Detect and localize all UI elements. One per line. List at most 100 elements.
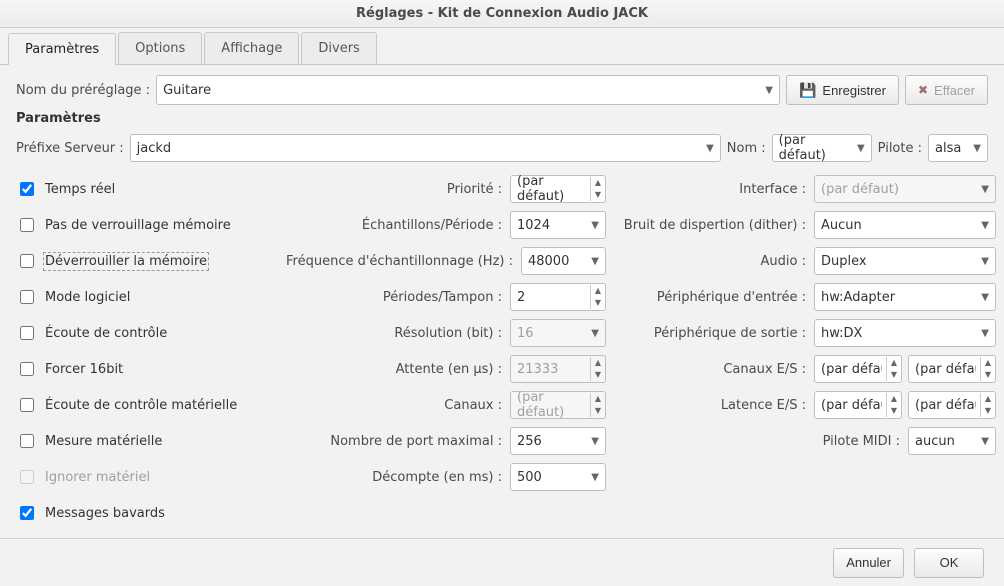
row-timeout: Décompte (en ms) : 500▼ [286,462,606,492]
server-name-combo[interactable]: (par défaut) ▼ [772,134,872,162]
frames-label: Échantillons/Période : [362,218,502,233]
chk-force16[interactable]: Forcer 16bit [16,354,276,384]
settings-window: Réglages - Kit de Connexion Audio JACK P… [0,0,1004,586]
clear-label: Effacer [934,83,975,98]
preset-combo[interactable]: Guitare ▼ [156,75,780,105]
chanes-pair: (par défaut)▲▼ (par défaut)▲▼ [814,355,996,383]
preset-row: Nom du préréglage : Guitare ▼ 💾 Enregist… [16,75,988,105]
row-wordlen: Résolution (bit) : 16▼ [286,318,606,348]
server-prefix-label: Préfixe Serveur : [16,141,124,156]
driver-value: alsa [935,141,961,156]
tab-affichage[interactable]: Affichage [204,32,299,64]
up-icon[interactable]: ▲ [887,393,901,405]
row-samplerate: Fréquence d'échantillonnage (Hz) : 48000… [286,246,606,276]
chk-realtime[interactable]: Temps réel [16,174,276,204]
indev-combo[interactable]: hw:Adapter▼ [814,283,996,311]
chevron-down-icon: ▼ [591,220,599,231]
dither-label: Bruit de dispertion (dither) : [624,218,806,233]
chevron-down-icon: ▼ [857,143,865,154]
chan-label: Canaux : [444,398,502,413]
chevron-down-icon: ▼ [981,256,989,267]
wordlen-combo: 16▼ [510,319,606,347]
driver-label: Pilote : [878,141,922,156]
up-icon[interactable]: ▲ [591,285,605,297]
audio-label: Audio : [761,254,806,269]
mididrv-combo[interactable]: aucun▼ [908,427,996,455]
chevron-down-icon: ▼ [591,256,599,267]
chk-monitor[interactable]: Écoute de contrôle [16,318,276,348]
latency-in-spin[interactable]: (par défaut)▲▼ [814,391,902,419]
chevron-down-icon: ▼ [591,472,599,483]
chevron-down-icon: ▼ [981,292,989,303]
row-frames: Échantillons/Période : 1024▼ [286,210,606,240]
row-priority: Priorité : (par défaut)▲▼ [286,174,606,204]
down-icon: ▼ [591,369,605,381]
save-label: Enregistrer [822,83,886,98]
priority-spin[interactable]: (par défaut)▲▼ [510,175,606,203]
timeout-combo[interactable]: 500▼ [510,463,606,491]
chanes-out-spin[interactable]: (par défaut)▲▼ [908,355,996,383]
row-chanes: Canaux E/S : (par défaut)▲▼ (par défaut)… [616,354,996,384]
server-row: Préfixe Serveur : jackd ▼ Nom : (par déf… [16,134,988,162]
audio-combo[interactable]: Duplex▼ [814,247,996,275]
clear-icon: ✖ [918,83,928,97]
row-audio: Audio : Duplex▼ [616,246,996,276]
down-icon[interactable]: ▼ [981,405,995,417]
down-icon[interactable]: ▼ [887,369,901,381]
tab-parametres[interactable]: Paramètres [8,33,116,65]
ok-button[interactable]: OK [914,548,984,578]
up-icon: ▲ [591,393,605,405]
driver-combo[interactable]: alsa ▼ [928,134,988,162]
wait-spin: 21333▲▼ [510,355,606,383]
middle-column: Priorité : (par défaut)▲▼ Échantillons/P… [286,174,606,528]
save-button[interactable]: 💾 Enregistrer [786,75,899,105]
chanes-label: Canaux E/S : [723,362,806,377]
chanes-in-spin[interactable]: (par défaut)▲▼ [814,355,902,383]
chk-verbose[interactable]: Messages bavards [16,498,276,528]
up-icon: ▲ [591,357,605,369]
latencyes-label: Latence E/S : [721,398,806,413]
periods-label: Périodes/Tampon : [383,290,502,305]
tabs: Paramètres Options Affichage Divers [0,32,1004,65]
up-icon[interactable]: ▲ [981,393,995,405]
row-dither: Bruit de dispertion (dither) : Aucun▼ [616,210,996,240]
chk-unlockmem[interactable]: Déverrouiller la mémoire [16,246,276,276]
chevron-down-icon: ▼ [981,184,989,195]
chk-softmode[interactable]: Mode logiciel [16,282,276,312]
row-indev: Périphérique d'entrée : hw:Adapter▼ [616,282,996,312]
server-prefix-combo[interactable]: jackd ▼ [130,134,721,162]
up-icon[interactable]: ▲ [591,177,605,189]
row-portmax: Nombre de port maximal : 256▼ [286,426,606,456]
outdev-combo[interactable]: hw:DX▼ [814,319,996,347]
dither-combo[interactable]: Aucun▼ [814,211,996,239]
chevron-down-icon: ▼ [591,328,599,339]
wait-label: Attente (en µs) : [396,362,502,377]
tab-divers[interactable]: Divers [301,32,376,64]
samplerate-combo[interactable]: 48000▼ [521,247,606,275]
chk-hwmon[interactable]: Écoute de contrôle matérielle [16,390,276,420]
up-icon[interactable]: ▲ [981,357,995,369]
frames-combo[interactable]: 1024▼ [510,211,606,239]
row-wait: Attente (en µs) : 21333▲▼ [286,354,606,384]
tab-options[interactable]: Options [118,32,202,64]
down-icon[interactable]: ▼ [591,297,605,309]
latency-out-spin[interactable]: (par défaut)▲▼ [908,391,996,419]
portmax-combo[interactable]: 256▼ [510,427,606,455]
down-icon[interactable]: ▼ [887,405,901,417]
down-icon[interactable]: ▼ [981,369,995,381]
checkbox-column: Temps réel Pas de verrouillage mémoire D… [16,174,276,528]
chk-hwmeter[interactable]: Mesure matérielle [16,426,276,456]
preset-value: Guitare [163,83,211,98]
up-icon[interactable]: ▲ [887,357,901,369]
chevron-down-icon: ▼ [981,328,989,339]
periods-spin[interactable]: 2▲▼ [510,283,606,311]
chevron-down-icon: ▼ [591,436,599,447]
chk-nomemlock[interactable]: Pas de verrouillage mémoire [16,210,276,240]
chevron-down-icon: ▼ [973,143,981,154]
down-icon[interactable]: ▼ [591,189,605,201]
clear-button[interactable]: ✖ Effacer [905,75,988,105]
chevron-down-icon: ▼ [706,143,714,154]
row-interface: Interface : (par défaut)▼ [616,174,996,204]
timeout-label: Décompte (en ms) : [372,470,502,485]
cancel-button[interactable]: Annuler [833,548,904,578]
